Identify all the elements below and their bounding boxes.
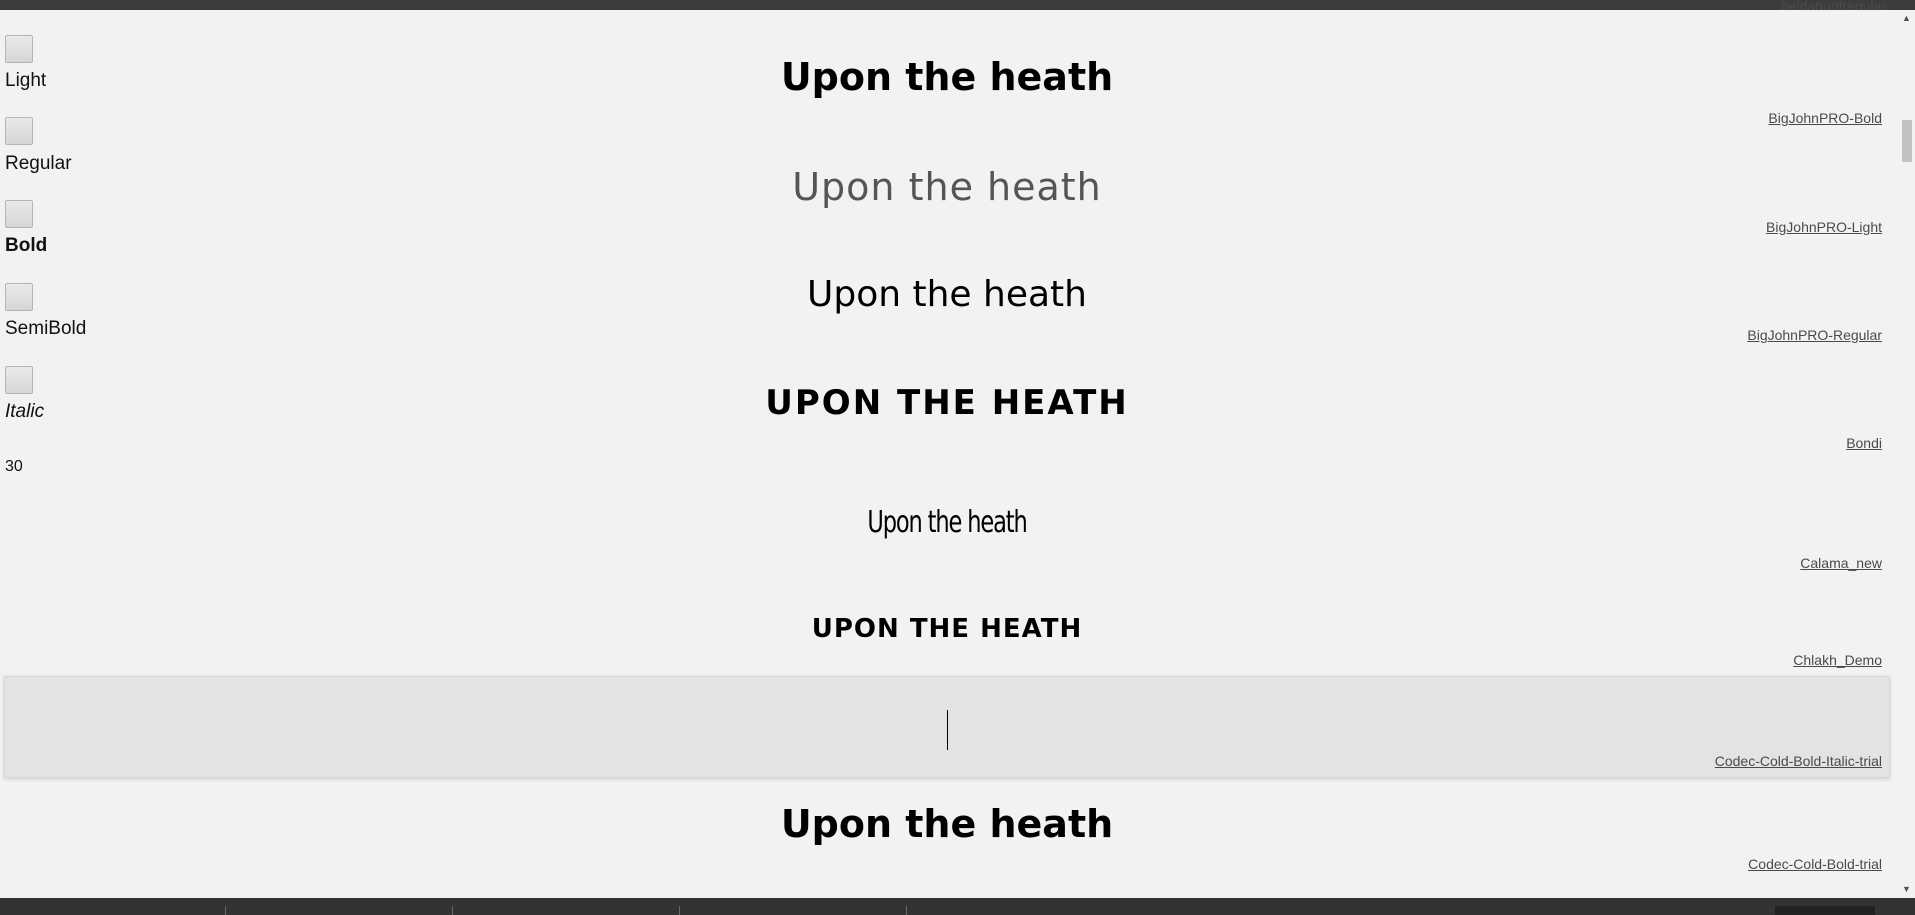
window-top-strip [0, 0, 1915, 10]
scroll-down-arrow-icon[interactable]: ▼ [1898, 881, 1915, 898]
font-name-link[interactable]: Calama_new [1800, 555, 1882, 571]
sample-text-editor[interactable] [4, 676, 1890, 778]
sample-text: Upon the heath [780, 802, 1114, 846]
font-size-value: 30 [5, 458, 23, 475]
font-name-link[interactable]: BigJohnPRO-Light [1766, 219, 1882, 235]
font-name-link[interactable]: Bondi [1846, 435, 1882, 451]
taskbar-button[interactable] [1775, 906, 1875, 915]
font-name-link[interactable]: Chlakh_Demo [1793, 652, 1882, 668]
font-name-link[interactable]: BigJohnPRO-Regular [1747, 327, 1882, 343]
scroll-up-arrow-icon[interactable]: ▲ [1898, 10, 1915, 27]
sample-text: Upon the heath [867, 505, 1027, 540]
text-caret [947, 710, 948, 750]
sample-text: UPON THE HEATH [811, 614, 1083, 644]
bold-label: Bold [5, 235, 48, 256]
taskbar [0, 898, 1915, 915]
sample-text: Upon the heath [807, 274, 1087, 315]
regular-checkbox[interactable] [5, 117, 33, 145]
sample-text: Upon the heath [792, 165, 1102, 209]
font-name-link[interactable]: Codec-Cold-Bold-trial [1748, 856, 1882, 872]
font-name-link[interactable]: beldanonfregular [1781, 0, 1886, 10]
taskbar-divider [906, 906, 907, 915]
semibold-label: SemiBold [5, 318, 87, 339]
font-name-link[interactable]: Codec-Cold-Bold-Italic-trial [1715, 753, 1882, 769]
font-name-link[interactable]: BigJohnPRO-Bold [1768, 110, 1882, 126]
sample-text: Upon the heath [780, 55, 1114, 99]
taskbar-divider [452, 906, 453, 915]
taskbar-divider [679, 906, 680, 915]
sample-text: UPON THE HEATH [765, 383, 1129, 423]
taskbar-divider [225, 906, 226, 915]
scroll-thumb[interactable] [1902, 120, 1912, 162]
vertical-scrollbar[interactable]: ▲ ▼ [1898, 10, 1915, 898]
